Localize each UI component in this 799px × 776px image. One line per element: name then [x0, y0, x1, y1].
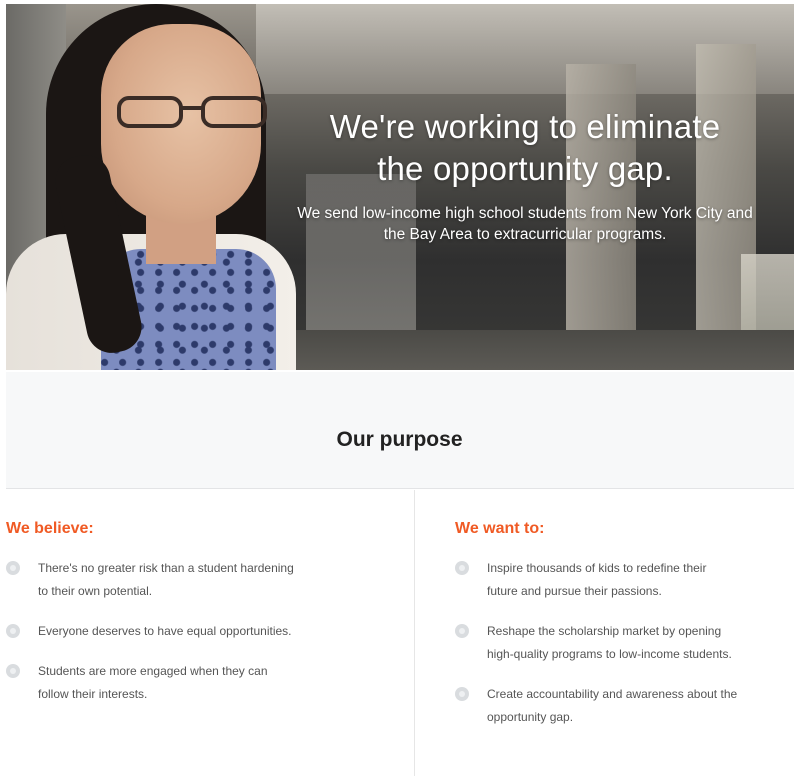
portrait-glasses — [117, 96, 267, 128]
hero-portrait — [6, 4, 306, 370]
believe-column: We believe: There's no greater risk than… — [6, 520, 396, 723]
item-text: to their own potential. — [38, 584, 153, 598]
circle-bullet-icon — [6, 561, 20, 575]
hero-text: We're working to eliminate the opportuni… — [270, 106, 780, 245]
item-text: Create accountability and awareness abou… — [487, 687, 738, 701]
item-text: follow their interests. — [38, 687, 148, 701]
hero-title-line: We're working to eliminate — [329, 108, 721, 145]
circle-bullet-icon — [6, 664, 20, 678]
circle-bullet-icon — [455, 624, 469, 638]
want-heading: We want to: — [455, 520, 545, 537]
want-item: Reshape the scholarship market by openin… — [455, 620, 799, 666]
believe-item: Everyone deserves to have equal opportun… — [6, 620, 396, 643]
hero-title: We're working to eliminate the opportuni… — [270, 106, 780, 190]
item-text: Reshape the scholarship market by openin… — [487, 624, 722, 638]
want-column: We want to: Inspire thousands of kids to… — [455, 520, 799, 746]
believe-item: Students are more engaged when they can … — [6, 660, 396, 706]
item-text: Inspire thousands of kids to redefine th… — [487, 561, 707, 575]
item-text: high-quality programs to low-income stud… — [487, 647, 732, 661]
item-text: Everyone deserves to have equal opportun… — [38, 624, 292, 638]
hero-subtitle: We send low-income high school students … — [297, 205, 753, 243]
item-text: opportunity gap. — [487, 710, 574, 724]
circle-bullet-icon — [6, 624, 20, 638]
hero-title-line: the opportunity gap. — [377, 150, 673, 187]
item-text: Students are more engaged when they can — [38, 664, 268, 678]
purpose-heading: Our purpose — [336, 428, 463, 451]
want-item: Create accountability and awareness abou… — [455, 683, 799, 729]
want-item: Inspire thousands of kids to redefine th… — [455, 557, 799, 603]
item-text: future and pursue their passions. — [487, 584, 662, 598]
column-divider — [414, 490, 415, 776]
item-text: There's no greater risk than a student h… — [38, 561, 294, 575]
believe-heading: We believe: — [6, 520, 94, 537]
believe-item: There's no greater risk than a student h… — [6, 557, 396, 603]
circle-bullet-icon — [455, 561, 469, 575]
circle-bullet-icon — [455, 687, 469, 701]
